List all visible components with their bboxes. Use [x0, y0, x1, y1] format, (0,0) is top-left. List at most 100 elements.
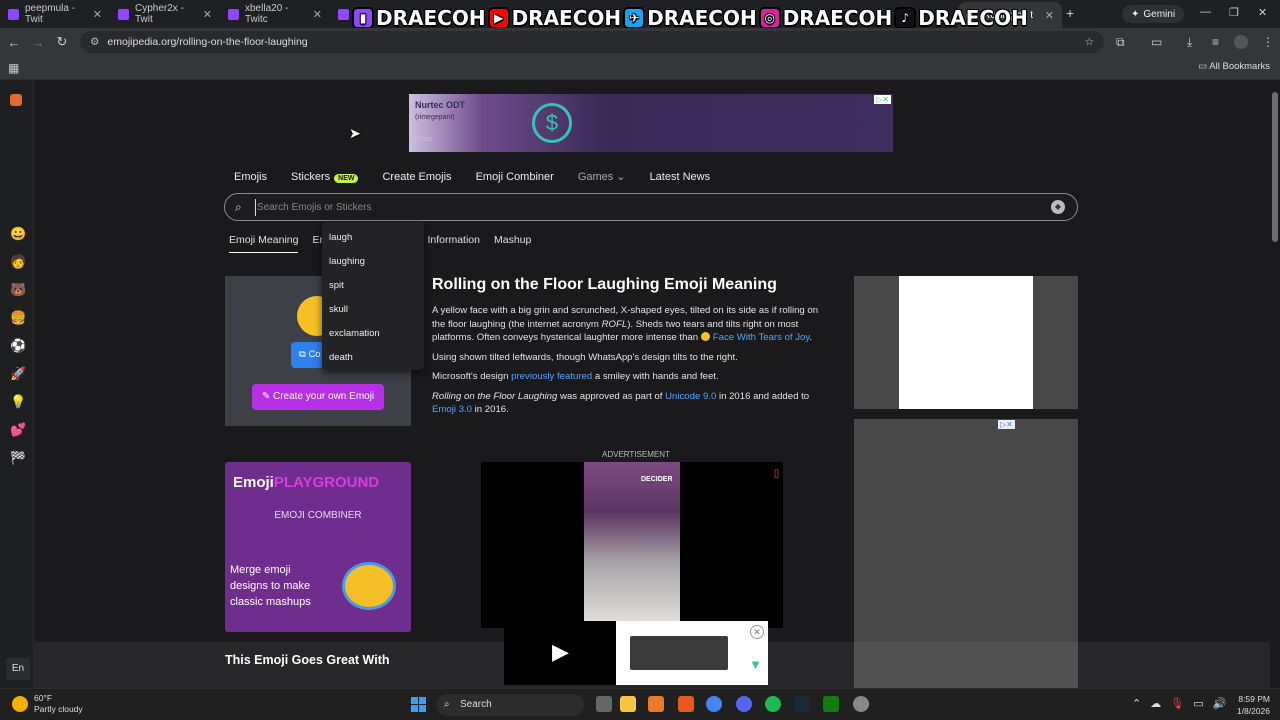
media-icon[interactable]: ≡: [1212, 35, 1219, 49]
cloud-icon[interactable]: ☁: [1150, 697, 1161, 710]
twitch-icon: ▮: [352, 7, 374, 29]
search-input[interactable]: [255, 199, 955, 216]
download-icon[interactable]: ⤓: [1187, 35, 1192, 50]
back-icon[interactable]: ←: [2, 35, 26, 50]
adchoices-icon[interactable]: ▷✕: [874, 95, 891, 104]
tab-emoji-meaning[interactable]: Emoji Meaning: [229, 234, 299, 253]
create-emoji-button[interactable]: ✎ Create your own Emoji: [252, 384, 384, 410]
minimize-icon[interactable]: —: [1200, 6, 1211, 18]
p1-text-d: .: [809, 332, 813, 343]
sticker-icon[interactable]: ◆: [1051, 200, 1065, 214]
reload-icon[interactable]: ↻: [50, 34, 74, 50]
tab-information[interactable]: l Information: [422, 234, 480, 253]
adchoices-icon[interactable]: ▷✕: [998, 420, 1015, 429]
rocket-icon[interactable]: 🚀: [10, 366, 26, 382]
maximize-icon[interactable]: ❐: [1229, 6, 1239, 19]
weather-widget[interactable]: 60°F Partly cloudy: [12, 693, 83, 715]
link-previously-featured[interactable]: previously featured: [511, 371, 592, 382]
ball-icon[interactable]: ⚽: [10, 338, 26, 354]
system-clock[interactable]: 8:59 PM 1/8/2026: [1228, 693, 1270, 717]
ad-close-icon[interactable]: []: [774, 468, 779, 478]
close-icon[interactable]: ✕: [750, 625, 764, 639]
nav-create-emojis[interactable]: Create Emojis: [382, 171, 451, 183]
apps-grid-icon[interactable]: ▦: [8, 61, 19, 75]
twitch-icon: [118, 8, 129, 20]
suggestion-item[interactable]: exclamation: [322, 322, 424, 346]
suggestion-item[interactable]: spit: [322, 274, 424, 298]
close-icon[interactable]: ✕: [93, 8, 102, 21]
page-content: Nurtec ODT (rimegepant) $ Pfizer ▷✕ Emoji…: [34, 80, 1270, 688]
task-view-icon[interactable]: [596, 696, 612, 712]
emojipedia-icon[interactable]: [10, 94, 22, 106]
link-face-with-tears-of-joy[interactable]: Face With Tears of Joy: [713, 332, 810, 343]
food-icon[interactable]: 🍔: [10, 310, 26, 326]
sidebar-ad-1[interactable]: [854, 276, 1078, 409]
new-tab-icon[interactable]: +: [1066, 5, 1074, 21]
taskbar-search[interactable]: ⌕ Search: [436, 694, 584, 716]
close-window-icon[interactable]: ✕: [1258, 6, 1267, 19]
microphone-icon[interactable]: 🎙: [1170, 697, 1184, 710]
discord-icon[interactable]: [736, 696, 752, 712]
ad-logo-text: Nurtec ODT: [415, 100, 466, 110]
close-icon[interactable]: ✕: [313, 8, 322, 21]
emoji-playground-promo[interactable]: EmojiPLAYGROUND EMOJI COMBINER Merge emo…: [225, 462, 411, 632]
nav-emojis[interactable]: Emojis: [234, 171, 267, 183]
ad-logo: Nurtec ODT (rimegepant): [415, 100, 465, 123]
link-unicode-9[interactable]: Unicode 9.0: [665, 391, 716, 402]
player-cta[interactable]: [630, 636, 728, 670]
gemini-button[interactable]: ✦ Gemini: [1122, 5, 1185, 23]
ad-image: [899, 276, 1033, 409]
chevron-up-icon[interactable]: ⌃: [1132, 697, 1141, 710]
nav-emoji-combiner[interactable]: Emoji Combiner: [476, 171, 554, 183]
profile-avatar[interactable]: [1234, 35, 1248, 49]
forward-icon[interactable]: →: [26, 35, 50, 50]
nav-stickers[interactable]: Stickers NEW: [291, 171, 359, 183]
steam-icon[interactable]: [794, 696, 810, 712]
smiley-icon[interactable]: 😀: [10, 226, 26, 242]
bulb-icon[interactable]: 💡: [10, 394, 26, 410]
cast-icon[interactable]: ▭: [1151, 35, 1162, 49]
menu-icon[interactable]: ⋮: [1262, 35, 1274, 49]
close-icon[interactable]: ✕: [1045, 9, 1054, 22]
link-emoji-3[interactable]: Emoji 3.0: [432, 404, 472, 415]
brave-icon[interactable]: [648, 696, 664, 712]
nav-games[interactable]: Games ⌄: [578, 170, 626, 183]
site-info-icon[interactable]: ⚙: [90, 36, 99, 48]
create-emoji-label: Create your own Emoji: [273, 391, 375, 402]
top-banner-ad[interactable]: Nurtec ODT (rimegepant) $ Pfizer ▷✕: [409, 94, 893, 152]
file-explorer-icon[interactable]: [620, 696, 636, 712]
volume-icon[interactable]: 🔊: [1213, 697, 1227, 710]
person-icon[interactable]: 🧑: [10, 254, 26, 270]
nav-latest-news[interactable]: Latest News: [650, 171, 711, 183]
suggestion-item[interactable]: laughing: [322, 250, 424, 274]
spotify-icon[interactable]: [765, 696, 781, 712]
close-icon[interactable]: ✕: [203, 8, 212, 21]
tab-xbella20[interactable]: xbella20 - Twitc ✕: [220, 0, 330, 28]
bookmark-star-icon[interactable]: ☆: [1085, 36, 1094, 48]
meaning-paragraph-3: Microsoft's design previously featured a…: [432, 370, 824, 384]
tab-peepmula[interactable]: peepmula - Twit ✕: [0, 0, 110, 28]
floating-video-player[interactable]: ▶ ✕ ▼: [504, 621, 768, 685]
bear-icon[interactable]: 🐻: [10, 282, 26, 298]
tab-mashup[interactable]: Mashup: [494, 234, 531, 253]
video-ad[interactable]: DECIDER []: [481, 462, 783, 628]
flag-icon[interactable]: 🏁: [10, 450, 26, 466]
play-icon[interactable]: ▶: [552, 639, 569, 665]
chrome-icon[interactable]: [706, 696, 722, 712]
all-bookmarks[interactable]: ▭ All Bookmarks: [1198, 61, 1270, 72]
app-icon[interactable]: [678, 696, 694, 712]
language-button[interactable]: En: [6, 658, 30, 680]
suggestion-item[interactable]: skull: [322, 298, 424, 322]
tab-cypher2x[interactable]: Cypher2x - Twit ✕: [110, 0, 220, 28]
app-icon[interactable]: [853, 696, 869, 712]
xbox-icon[interactable]: [823, 696, 839, 712]
windows-start-icon[interactable]: [411, 697, 426, 712]
weather-text: 60°F Partly cloudy: [34, 693, 83, 715]
url-bar[interactable]: ⚙ emojipedia.org/rolling-on-the-floor-la…: [80, 31, 1104, 53]
suggestion-item[interactable]: death: [322, 346, 424, 370]
display-icon[interactable]: ▭: [1193, 697, 1203, 710]
heart-icon[interactable]: 💕: [10, 422, 26, 438]
scrollbar-thumb[interactable]: [1272, 92, 1278, 242]
extensions-icon[interactable]: ⧉: [1116, 35, 1125, 50]
suggestion-item[interactable]: laugh: [322, 226, 424, 250]
